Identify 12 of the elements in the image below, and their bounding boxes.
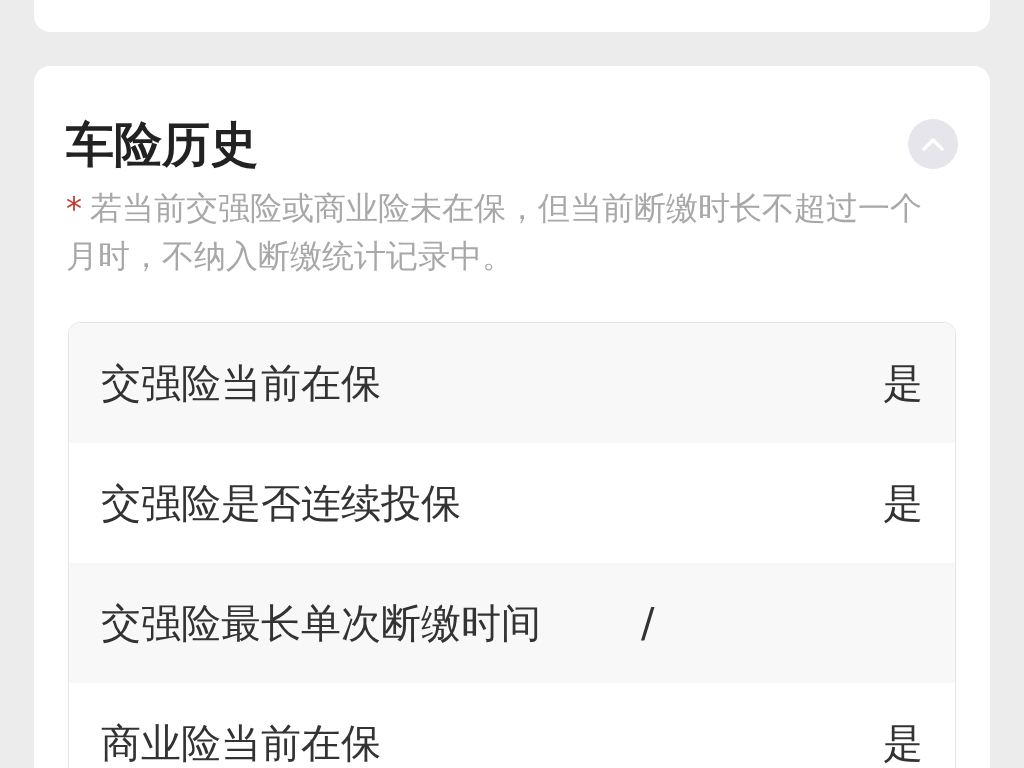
field-label: 交强险最长单次断缴时间	[101, 598, 541, 648]
section-title: 车险历史	[66, 115, 258, 174]
field-label: 商业险当前在保	[101, 718, 381, 768]
field-label: 交强险当前在保	[101, 358, 381, 408]
field-value: /	[641, 600, 655, 646]
field-label: 交强险是否连续投保	[101, 478, 461, 528]
field-value: 是	[883, 358, 923, 408]
field-value: 是	[883, 478, 923, 528]
note-text: * 若当前交强险或商业险未在保，但当前断缴时长不超过一个月时，不纳入断缴统计记录中。	[66, 188, 923, 277]
field-value: 是	[883, 718, 923, 768]
chevron-up-icon	[922, 137, 944, 151]
collapse-button[interactable]	[908, 119, 958, 169]
